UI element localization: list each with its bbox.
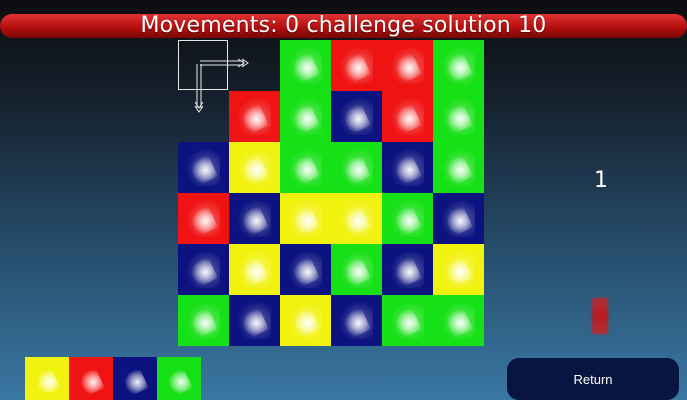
tile-blue[interactable] [382,142,433,193]
tile-green[interactable] [433,40,484,91]
palette-tile-green[interactable] [157,357,201,400]
tile-green[interactable] [280,91,331,142]
tile-blue[interactable] [229,295,280,346]
side-counter: 1 [594,168,608,193]
tile-yellow[interactable] [280,193,331,244]
arrow-right-icon [200,58,249,68]
tile-green[interactable] [433,295,484,346]
tile-red[interactable] [382,40,433,91]
tile-green[interactable] [433,91,484,142]
tile-red[interactable] [331,40,382,91]
tile-red[interactable] [229,91,280,142]
color-palette[interactable] [25,357,201,400]
tile-red[interactable] [178,193,229,244]
tile-blue[interactable] [229,193,280,244]
tile-green[interactable] [433,142,484,193]
tile-blue[interactable] [382,244,433,295]
tile-blue[interactable] [280,244,331,295]
red-indicator [592,298,608,334]
tile-green[interactable] [382,295,433,346]
return-button[interactable]: Return [507,358,679,400]
tile-yellow[interactable] [229,142,280,193]
tile-yellow[interactable] [331,193,382,244]
tile-green[interactable] [382,193,433,244]
tile-blue[interactable] [178,244,229,295]
tile-blue[interactable] [178,142,229,193]
tile-green[interactable] [331,244,382,295]
palette-tile-red[interactable] [69,357,113,400]
tile-blue[interactable] [331,91,382,142]
tile-green[interactable] [280,40,331,91]
tile-blue[interactable] [331,295,382,346]
tile-yellow[interactable] [433,244,484,295]
tile-green[interactable] [178,295,229,346]
tile-yellow[interactable] [280,295,331,346]
tile-green[interactable] [331,142,382,193]
tile-blue[interactable] [433,193,484,244]
palette-tile-blue[interactable] [113,357,157,400]
palette-tile-yellow[interactable] [25,357,69,400]
tile-green[interactable] [280,142,331,193]
tile-yellow[interactable] [229,244,280,295]
tile-red[interactable] [382,91,433,142]
page-title: Movements: 0 challenge solution 10 [140,13,547,38]
arrow-down-icon [194,64,204,113]
